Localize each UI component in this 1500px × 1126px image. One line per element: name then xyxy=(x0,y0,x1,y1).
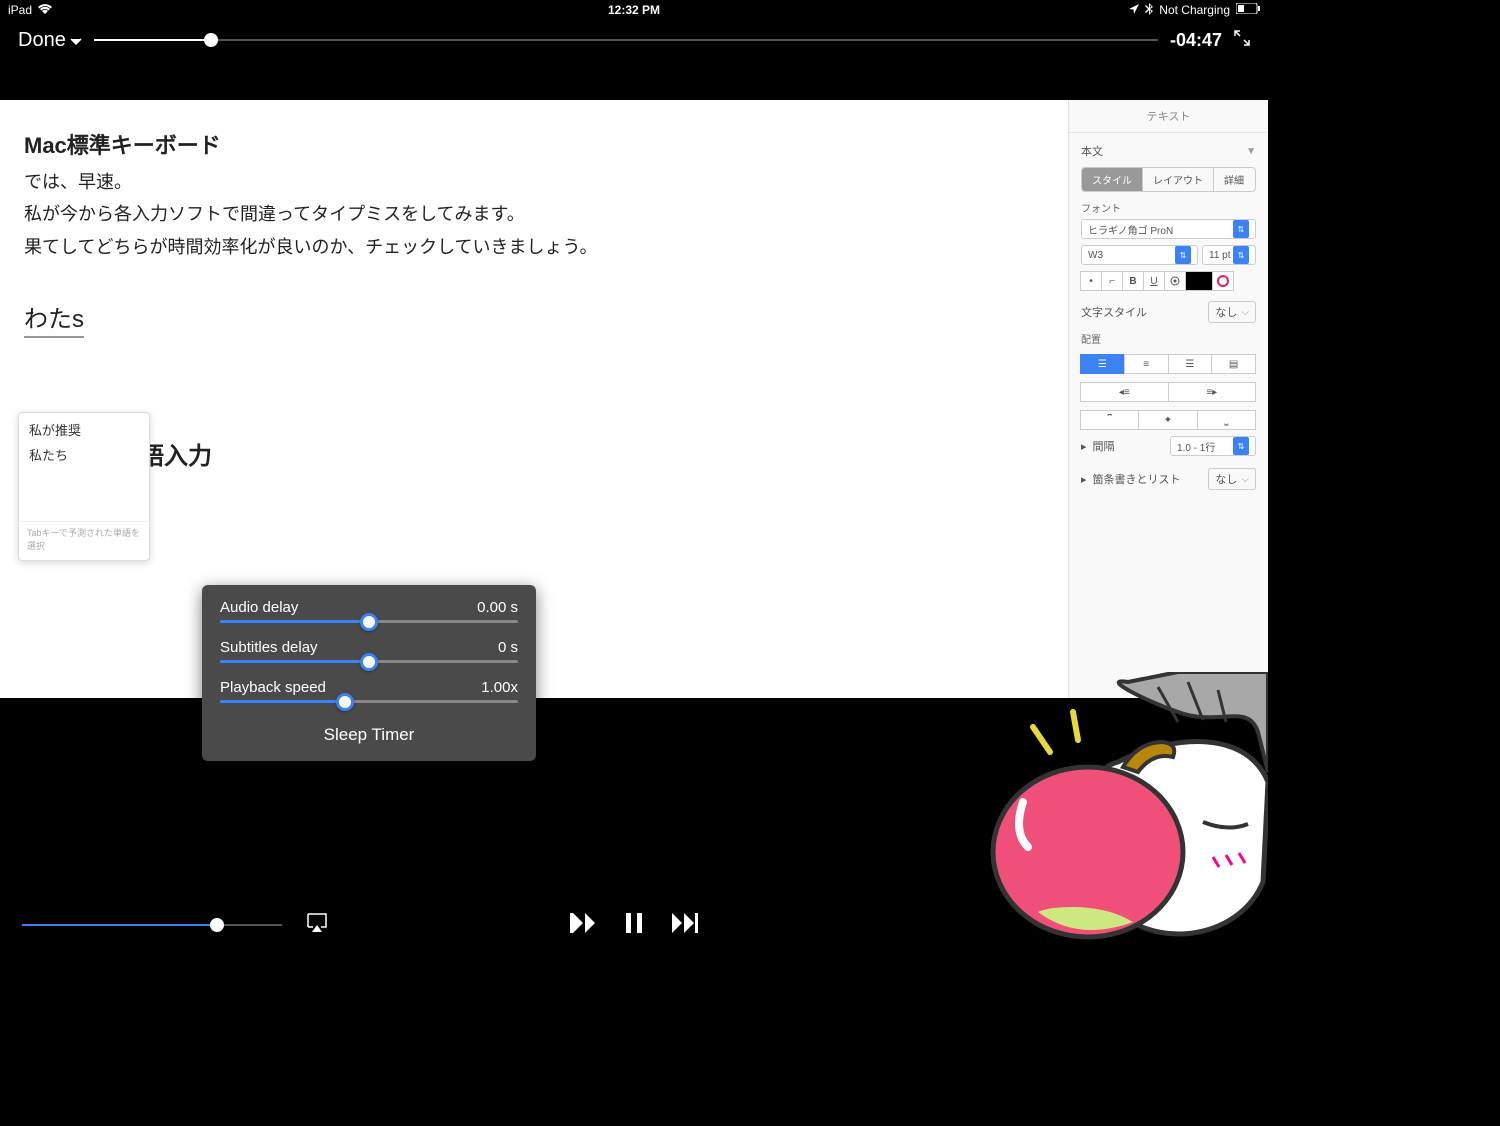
dropdown-arrow-icon: ⇅ xyxy=(1233,220,1249,238)
battery-icon xyxy=(1236,3,1260,17)
device-label: iPad xyxy=(8,3,32,17)
clock: 12:32 PM xyxy=(608,3,660,17)
spacing-select[interactable]: 1.0 - 1行 ⇅ xyxy=(1170,436,1256,456)
ime-candidate-1[interactable]: 私が推奨 xyxy=(19,417,149,442)
font-size-select[interactable]: 11 pt ⇅ xyxy=(1202,245,1256,265)
align-left-button[interactable]: ☰ xyxy=(1080,354,1125,374)
indent-group[interactable]: ◂≡ ≡▸ xyxy=(1081,382,1256,402)
status-bar: iPad 12:32 PM Not Charging xyxy=(0,0,1268,20)
font-weight-select[interactable]: W3 ⇅ xyxy=(1081,245,1198,265)
doc-line-3: 果てしてどちらが時間効率化が良いのか、チェックしていきましょう。 xyxy=(24,231,1044,263)
underline-button[interactable]: U xyxy=(1143,271,1165,291)
cartoon-illustration xyxy=(978,672,1268,952)
next-track-button[interactable] xyxy=(672,913,698,938)
ime-candidate-popup[interactable]: 私が推奨 私たち Tabキーで予測された単語を選択 xyxy=(18,412,150,561)
expand-icon[interactable] xyxy=(1234,30,1250,51)
ime-candidate-2[interactable]: 私たち xyxy=(19,442,149,467)
font-family-select[interactable]: ヒラギノ角ゴ ProN ⇅ xyxy=(1081,219,1256,239)
volume-slider[interactable] xyxy=(22,924,282,926)
playback-speed-slider[interactable] xyxy=(220,700,518,703)
bluetooth-icon xyxy=(1145,3,1153,18)
document-title: Mac標準キーボード xyxy=(24,128,1044,160)
playback-settings-panel: Audio delay 0.00 s Subtitles delay 0 s P… xyxy=(202,585,536,761)
horizontal-align-group[interactable]: ☰ ≡ ☰ ▤ xyxy=(1081,354,1256,374)
bold-button[interactable]: B xyxy=(1122,271,1144,291)
align-justify-button[interactable]: ▤ xyxy=(1211,354,1256,374)
background-heading: 語入力 xyxy=(140,436,212,471)
sidebar-title: テキスト xyxy=(1069,100,1268,133)
video-content: Mac標準キーボード では、早速。 私が今から各入力ソフトで間違ってタイプミスを… xyxy=(0,100,1268,698)
dropdown-arrow-icon: ⇅ xyxy=(1233,246,1249,264)
location-icon xyxy=(1129,3,1139,17)
tab-layout[interactable]: レイアウト xyxy=(1143,168,1214,191)
audio-delay-label: Audio delay xyxy=(220,599,298,616)
audio-delay-slider[interactable] xyxy=(220,620,518,623)
valign-middle-button[interactable]: ✦ xyxy=(1138,410,1197,430)
video-progress-track[interactable] xyxy=(94,39,1158,41)
time-remaining: -04:47 xyxy=(1170,30,1222,51)
ime-hint: Tabキーで予測された単語を選択 xyxy=(19,521,149,556)
done-button[interactable]: Done xyxy=(18,29,82,52)
pause-button[interactable] xyxy=(626,913,642,938)
progress-thumb[interactable] xyxy=(204,33,218,47)
subtitles-delay-value: 0 s xyxy=(498,639,518,656)
chevron-down-icon: ⌵ xyxy=(1241,307,1249,318)
alignment-label: 配置 xyxy=(1081,331,1256,346)
gear-icon xyxy=(1170,276,1180,286)
char-style-label: 文字スタイル xyxy=(1081,304,1147,320)
list-style-select[interactable]: なし ⌵ xyxy=(1208,468,1256,490)
bullet-button[interactable]: • xyxy=(1080,271,1102,291)
charging-label: Not Charging xyxy=(1159,3,1230,17)
outdent-button[interactable]: ◂≡ xyxy=(1080,382,1169,402)
vertical-align-group[interactable]: ⎴ ✦ ⎵ xyxy=(1081,410,1256,430)
typing-input[interactable]: わたs xyxy=(24,299,84,338)
chevron-down-icon: ▼ xyxy=(1246,146,1256,157)
list-row[interactable]: ▸ 箇条書きとリスト なし ⌵ xyxy=(1081,462,1256,496)
valign-top-button[interactable]: ⎴ xyxy=(1080,410,1139,430)
previous-track-button[interactable] xyxy=(570,913,596,938)
wifi-icon xyxy=(38,3,52,17)
subtitles-delay-slider[interactable] xyxy=(220,660,518,663)
color-picker-button[interactable] xyxy=(1212,271,1234,291)
airplay-icon[interactable] xyxy=(306,913,328,938)
align-right-button[interactable]: ☰ xyxy=(1168,354,1213,374)
audio-delay-value: 0.00 s xyxy=(477,599,518,616)
gear-button[interactable] xyxy=(1164,271,1186,291)
align-center-button[interactable]: ≡ xyxy=(1124,354,1169,374)
playback-speed-label: Playback speed xyxy=(220,679,326,696)
format-sidebar: テキスト 本文 ▼ スタイル レイアウト 詳細 フォント ヒラギノ角ゴ ProN… xyxy=(1068,100,1268,698)
tab-detail[interactable]: 詳細 xyxy=(1214,168,1254,191)
indent-button[interactable]: ≡▸ xyxy=(1168,382,1257,402)
playback-speed-value: 1.00x xyxy=(481,679,518,696)
paragraph-style-select[interactable]: 本文 ▼ xyxy=(1081,143,1256,159)
disclosure-triangle-icon: ▸ xyxy=(1081,440,1087,453)
chevron-down-icon: ⌵ xyxy=(1241,474,1249,485)
dropdown-arrow-icon: ⇅ xyxy=(1233,437,1249,455)
font-section-label: フォント xyxy=(1081,200,1256,215)
spacing-row[interactable]: ▸ 間隔 1.0 - 1行 ⇅ xyxy=(1081,430,1256,462)
format-tabs[interactable]: スタイル レイアウト 詳細 xyxy=(1081,167,1256,192)
doc-line-2: 私が今から各入力ソフトで間違ってタイプミスをしてみます。 xyxy=(24,198,1044,230)
video-top-controls: Done -04:47 xyxy=(0,20,1268,60)
color-wheel-icon xyxy=(1217,275,1229,287)
chevron-down-icon xyxy=(70,29,82,52)
tab-style[interactable]: スタイル xyxy=(1082,168,1143,191)
char-style-select[interactable]: なし ⌵ xyxy=(1208,301,1256,323)
sleep-timer-button[interactable]: Sleep Timer xyxy=(220,719,518,751)
dropdown-arrow-icon: ⇅ xyxy=(1175,246,1191,264)
doc-line-1: では、早速。 xyxy=(24,166,1044,198)
disclosure-triangle-icon: ▸ xyxy=(1081,473,1087,486)
text-color-swatch[interactable] xyxy=(1185,271,1213,291)
subtitles-delay-label: Subtitles delay xyxy=(220,639,318,656)
valign-bottom-button[interactable]: ⎵ xyxy=(1197,410,1256,430)
strike-button[interactable]: ⌐ xyxy=(1101,271,1123,291)
